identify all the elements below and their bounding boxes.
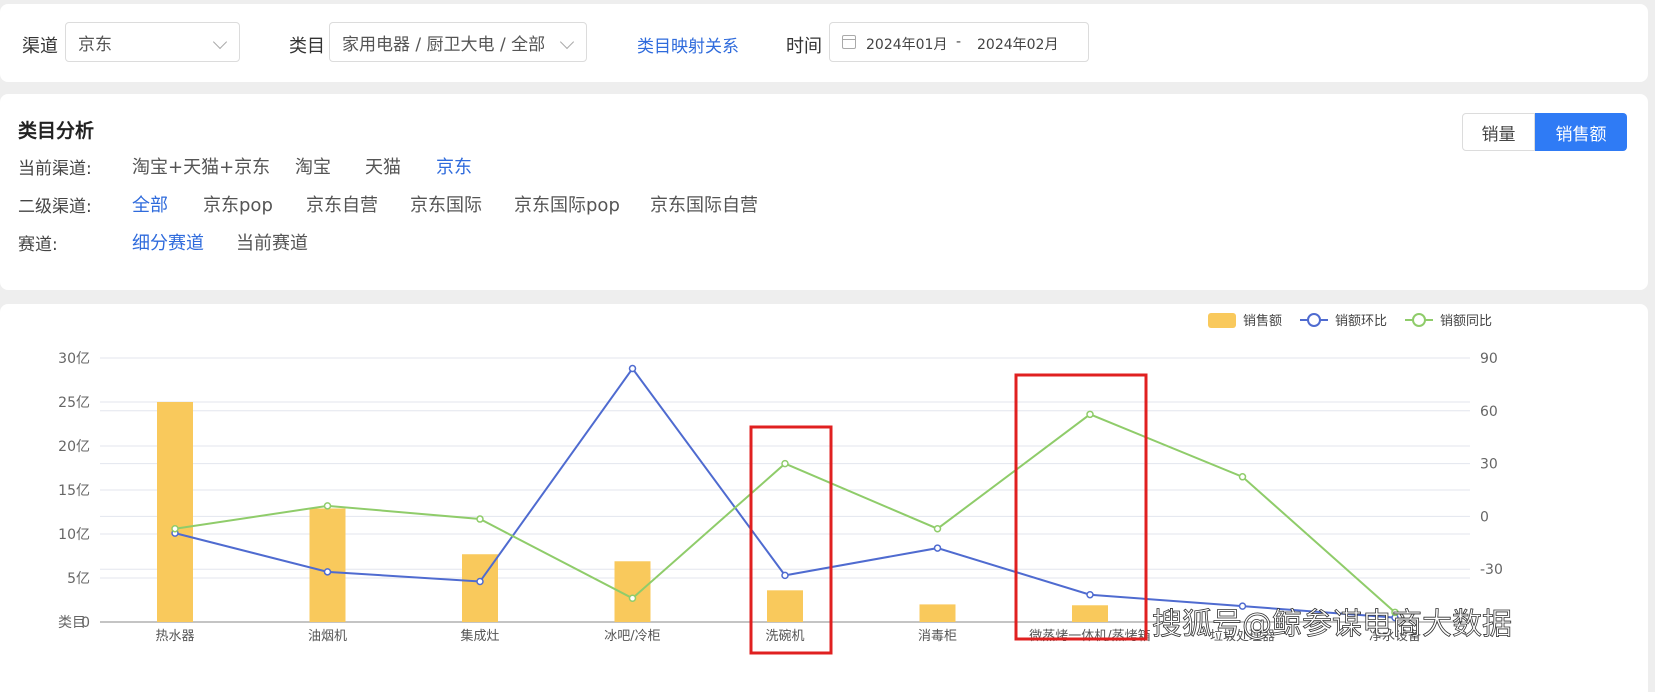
channel-select[interactable]: 京东	[65, 22, 240, 62]
bar-油烟机	[309, 508, 346, 622]
date-end[interactable]: 2024年02月	[977, 34, 1058, 54]
date-range-picker[interactable]: 2024年01月 - 2024年02月	[829, 22, 1089, 62]
x-axis-tick-label: 集成灶	[460, 628, 499, 644]
right-axis-tick: 30	[1480, 457, 1498, 473]
time-label: 时间	[786, 36, 822, 57]
series-point-销额环比	[476, 577, 484, 586]
sales-combo-chart: 05亿10亿15亿20亿25亿30亿-300306090类目热水器 油烟机 集成灶冰…	[58, 313, 1512, 655]
x-axis-tick-label: 洗碗机	[765, 628, 804, 644]
legend-label: 销额环比	[1335, 314, 1387, 329]
filter-bar: 渠道 京东 类目 家用电器 / 厨卫大电 / 全部 类目映射关系 时间 2024…	[0, 4, 1648, 82]
left-axis-tick: 10亿	[58, 527, 90, 543]
channel-label: 渠道	[22, 36, 58, 57]
right-axis-tick: -30	[1480, 562, 1503, 578]
subchannel-option[interactable]: 京东国际自营	[650, 191, 758, 217]
track-option-active[interactable]: 细分赛道	[132, 229, 204, 255]
bar-消毒柜	[919, 604, 956, 622]
track-option[interactable]: 当前赛道	[236, 229, 308, 255]
series-line-销额同比	[174, 413, 1396, 614]
panel-title: 类目分析	[18, 120, 95, 142]
x-axis-tick-label: 消毒柜	[918, 629, 957, 644]
bar-洗碗机	[767, 590, 803, 622]
x-axis-tick-label: 微蒸烤一体机/蒸烤箱	[1029, 628, 1150, 644]
right-axis-tick: 0	[1480, 509, 1489, 525]
right-axis-tick: 60	[1480, 404, 1498, 420]
subchannel-option[interactable]: 京东国际pop	[514, 191, 620, 217]
x-axis-tick-label: 冰吧/冷柜	[604, 629, 660, 644]
series-point-销额同比	[476, 515, 484, 523]
left-axis-tick: 20亿	[58, 439, 90, 455]
legend-swatch-销额环比	[1307, 313, 1321, 327]
highlight-box	[1014, 373, 1148, 641]
series-point-销额环比	[933, 544, 942, 552]
series-point-销额同比	[171, 524, 179, 533]
series-point-销额同比	[1238, 473, 1247, 481]
category-label: 类目	[289, 36, 325, 57]
date-start[interactable]: 2024年01月	[866, 34, 947, 54]
series-point-销额同比	[1086, 410, 1094, 419]
chart-panel: 0 5亿 10亿 15亿 20亿 25亿 30亿 -30 0 30 60 90 类目 热水器 油烟机 集成灶冰…	[0, 304, 1648, 692]
channel-option-active[interactable]: 京东	[436, 153, 472, 179]
legend-swatch-销额同比	[1412, 313, 1426, 327]
subchannel-option[interactable]: 京东自营	[306, 191, 378, 217]
series-line-销额环比	[174, 366, 1396, 619]
track-row-label: 赛道:	[18, 235, 58, 255]
channel-option[interactable]: 天猫	[365, 153, 401, 179]
channel-option[interactable]: 淘宝	[295, 153, 331, 179]
channel-option[interactable]: 淘宝+天猫+京东	[132, 153, 270, 179]
left-axis-tick: 15亿	[58, 483, 90, 499]
chevron-down-icon	[559, 34, 575, 50]
left-axis-tick: 5亿	[67, 571, 90, 587]
metric-volume-button[interactable]: 销量	[1462, 113, 1535, 151]
series-point-销额同比	[628, 594, 637, 602]
series-point-销额环比	[1086, 590, 1094, 599]
series-point-销额环比	[781, 571, 789, 580]
bar-微蒸烤一体机/蒸烤箱	[1072, 605, 1108, 622]
series-point-销额同比	[781, 459, 789, 468]
calendar-icon	[842, 35, 856, 49]
category-analysis-panel: 类目分析 当前渠道: 淘宝+天猫+京东 淘宝 天猫 京东 二级渠道: 全部 京东…	[0, 94, 1648, 290]
category-select[interactable]: 家用电器 / 厨卫大电 / 全部	[329, 22, 587, 62]
chevron-down-icon	[212, 34, 228, 50]
bar-热水器	[157, 402, 193, 622]
subchannel-option[interactable]: 京东pop	[203, 191, 273, 217]
metric-sales-button[interactable]: 销售额	[1535, 113, 1627, 151]
category-mapping-link[interactable]: 类目映射关系	[637, 32, 739, 57]
legend-swatch-销售额	[1208, 313, 1236, 328]
left-axis-tick: 30亿	[58, 351, 90, 367]
series-point-销额同比	[323, 502, 332, 510]
left-axis-caption: 类目	[58, 615, 86, 631]
date-separator: -	[956, 34, 962, 50]
subchannel-option[interactable]: 京东国际	[410, 191, 482, 217]
x-axis-tick-label: 热水器	[155, 629, 194, 644]
subchannel-option-active[interactable]: 全部	[132, 191, 168, 217]
x-axis-tick-label: 油烟机	[308, 629, 347, 644]
legend-label: 销售额	[1243, 313, 1282, 329]
right-axis-tick: 90	[1480, 351, 1498, 367]
subchannel-row-label: 二级渠道:	[18, 197, 92, 217]
series-point-销额环比	[323, 568, 332, 576]
channel-row-label: 当前渠道:	[18, 159, 92, 179]
series-point-销额同比	[933, 524, 942, 533]
left-axis-tick: 25亿	[58, 395, 90, 411]
channel-value: 京东	[78, 34, 112, 55]
legend-label: 销额同比	[1440, 314, 1492, 329]
series-point-销额环比	[628, 364, 637, 373]
category-value: 家用电器 / 厨卫大电 / 全部	[342, 34, 546, 55]
watermark-text: 搜狐号@鲸参谋电商大数据	[1152, 607, 1512, 642]
